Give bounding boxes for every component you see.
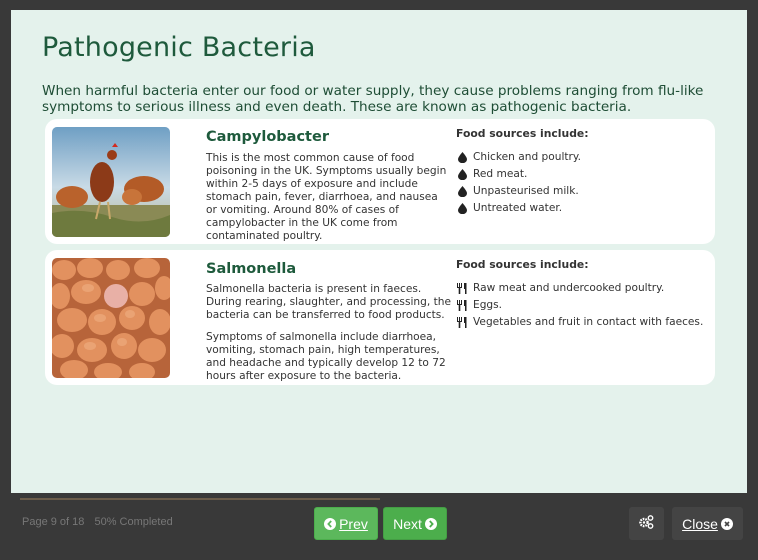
page-status: Page 9 of 18 50% Completed: [22, 516, 180, 528]
page-indicator: Page 9 of 18: [22, 516, 85, 528]
food-sources-heading: Food sources include:: [456, 258, 589, 271]
food-source-item: Chicken and poultry.: [456, 149, 706, 166]
bacteria-name: Campylobacter: [206, 129, 329, 145]
page-title: Pathogenic Bacteria: [42, 32, 316, 63]
description-paragraph: Salmonella bacteria is present in faeces…: [206, 283, 451, 321]
chevron-right-circle-icon: [424, 517, 437, 530]
cutlery-icon: [456, 283, 468, 295]
bacteria-name: Salmonella: [206, 261, 297, 277]
food-source-item: Vegetables and fruit in contact with fae…: [456, 314, 706, 331]
water-drop-icon: [456, 186, 468, 198]
bacteria-card-salmonella: Salmonella Salmonella bacteria is presen…: [45, 250, 715, 385]
description-paragraph: This is the most common cause of food po…: [206, 152, 447, 242]
close-circle-icon: [720, 517, 733, 530]
water-drop-icon: [456, 169, 468, 181]
food-source-item: Untreated water.: [456, 200, 706, 217]
food-source-item: Eggs.: [456, 297, 706, 314]
next-label: Next: [393, 515, 422, 532]
bacteria-card-campylobacter: Campylobacter This is the most common ca…: [45, 119, 715, 244]
settings-button[interactable]: [629, 507, 664, 540]
close-button[interactable]: Close: [672, 507, 743, 540]
completion-text: 50% Completed: [94, 516, 173, 528]
cutlery-icon: [456, 300, 468, 312]
progress-bar: [20, 498, 380, 500]
chickens-photo: [52, 127, 170, 237]
prev-button[interactable]: Prev: [314, 507, 378, 540]
bacteria-description: This is the most common cause of food po…: [206, 152, 451, 252]
content-page: Pathogenic Bacteria When harmful bacteri…: [11, 10, 747, 493]
chevron-left-circle-icon: [324, 517, 337, 530]
eggs-photo: [52, 258, 170, 378]
intro-text: When harmful bacteria enter our food or …: [42, 83, 704, 115]
water-drop-icon: [456, 203, 468, 215]
water-drop-icon: [456, 152, 468, 164]
food-source-item: Unpasteurised milk.: [456, 183, 706, 200]
gears-icon: [639, 515, 654, 532]
cutlery-icon: [456, 317, 468, 329]
food-sources: Food sources include: Chicken and poultr…: [456, 127, 706, 217]
bacteria-description: Salmonella bacteria is present in faeces…: [206, 283, 451, 392]
food-source-item: Red meat.: [456, 166, 706, 183]
food-sources-list: Raw meat and undercooked poultry. Eggs. …: [456, 280, 706, 331]
prev-label: Prev: [339, 515, 368, 532]
food-sources: Food sources include: Raw meat and under…: [456, 258, 706, 331]
food-source-item: Raw meat and undercooked poultry.: [456, 280, 706, 297]
close-label: Close: [682, 515, 718, 532]
food-sources-list: Chicken and poultry. Red meat. Unpasteur…: [456, 149, 706, 217]
next-button[interactable]: Next: [383, 507, 447, 540]
description-paragraph: Symptoms of salmonella include diarrhoea…: [206, 331, 446, 382]
food-sources-heading: Food sources include:: [456, 127, 589, 140]
